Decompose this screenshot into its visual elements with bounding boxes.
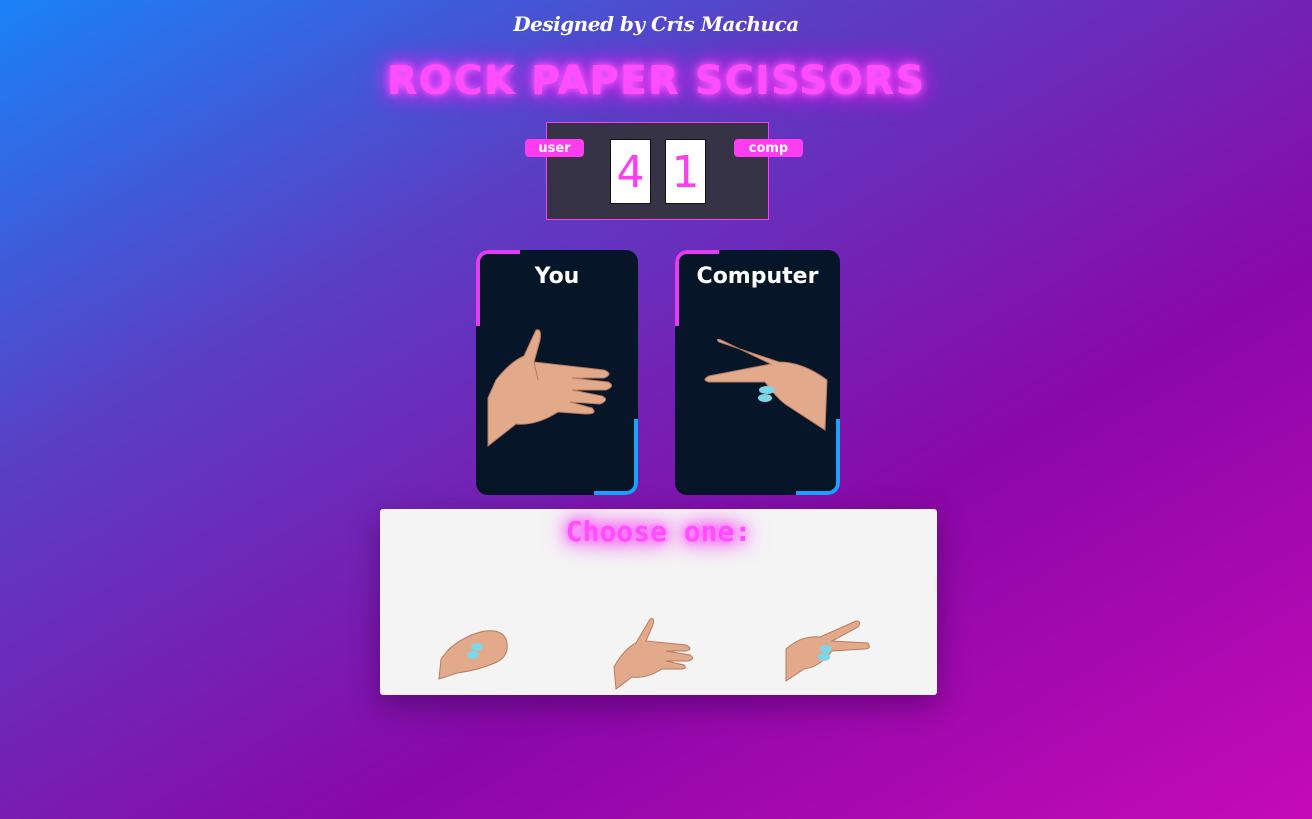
user-score: 4 bbox=[610, 139, 651, 204]
scissors-hand-icon bbox=[785, 620, 870, 682]
choose-one-heading: Choose one: bbox=[565, 515, 752, 548]
rock-hand-icon bbox=[438, 630, 508, 680]
user-card-title: You bbox=[534, 264, 580, 289]
scoreboard bbox=[546, 122, 769, 220]
paper-hand-icon bbox=[476, 320, 638, 460]
comp-score-label: comp bbox=[734, 139, 803, 157]
scissors-choice-button[interactable] bbox=[780, 609, 875, 691]
paper-choice-button[interactable] bbox=[610, 609, 700, 691]
game-title: ROCK PAPER SCISSORS bbox=[386, 58, 926, 104]
computer-card-title: Computer bbox=[696, 264, 819, 289]
user-score-label: user bbox=[525, 139, 584, 157]
user-choice-card: You bbox=[476, 250, 638, 495]
designer-credit: Designed by Cris Machuca bbox=[513, 12, 799, 36]
rock-choice-button[interactable] bbox=[435, 609, 525, 691]
comp-score: 1 bbox=[665, 139, 706, 204]
computer-choice-card: Computer bbox=[675, 250, 840, 495]
choice-panel: Choose one: bbox=[380, 509, 937, 695]
scissors-hand-icon bbox=[675, 320, 840, 460]
paper-hand-icon bbox=[613, 618, 694, 690]
